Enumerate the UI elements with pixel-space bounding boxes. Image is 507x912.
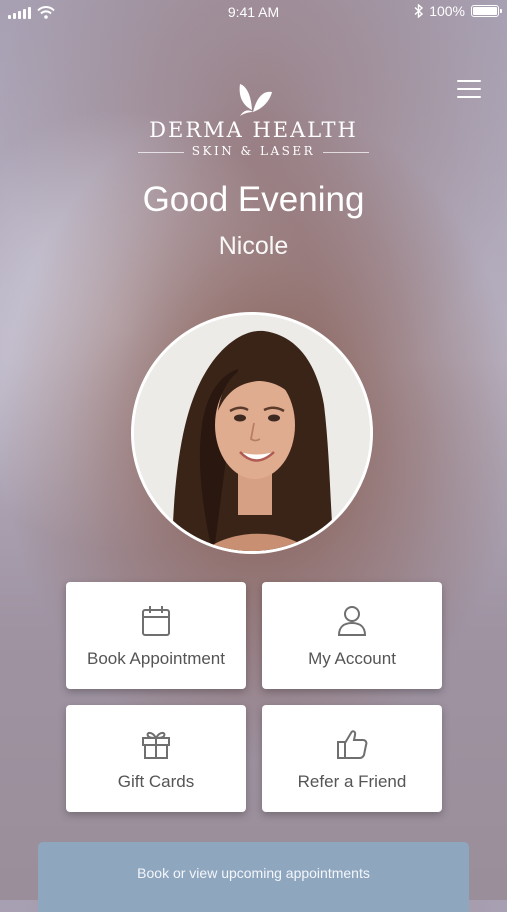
upcoming-appointments-label: Book or view upcoming appointments: [137, 865, 370, 881]
brand-tagline: SKIN & LASER: [137, 144, 370, 158]
user-name: Nicole: [218, 232, 289, 260]
thumbs-up-icon: [337, 730, 368, 759]
tile-label: My Account: [308, 649, 396, 668]
book-appointment-button[interactable]: Book Appointment: [66, 582, 246, 689]
status-right: 100%: [414, 3, 502, 19]
user-icon: [337, 606, 367, 636]
brand-name: DERMA HEALTH: [149, 118, 358, 142]
gift-cards-button[interactable]: Gift Cards: [66, 705, 246, 812]
refer-friend-button[interactable]: Refer a Friend: [262, 705, 442, 812]
gift-icon: [142, 731, 170, 759]
battery-percent: 100%: [429, 3, 465, 19]
upcoming-appointments-bar[interactable]: Book or view upcoming appointments: [38, 842, 469, 912]
tile-label: Gift Cards: [117, 772, 195, 791]
battery-icon: [471, 5, 502, 17]
butterfly-logo-icon: [239, 84, 272, 116]
my-account-button[interactable]: My Account: [262, 582, 442, 689]
status-bar: 9:41 AM 100%: [0, 0, 507, 26]
bluetooth-icon: [414, 4, 424, 18]
profile-photo: [134, 315, 370, 551]
brand-logo: DERMA HEALTH SKIN & LASER: [0, 80, 507, 160]
avatar: [131, 312, 373, 554]
tile-label: Refer a Friend: [297, 772, 407, 791]
calendar-icon: [142, 606, 170, 636]
tile-label: Book Appointment: [87, 649, 225, 668]
greeting-title: Good Evening: [142, 180, 365, 219]
